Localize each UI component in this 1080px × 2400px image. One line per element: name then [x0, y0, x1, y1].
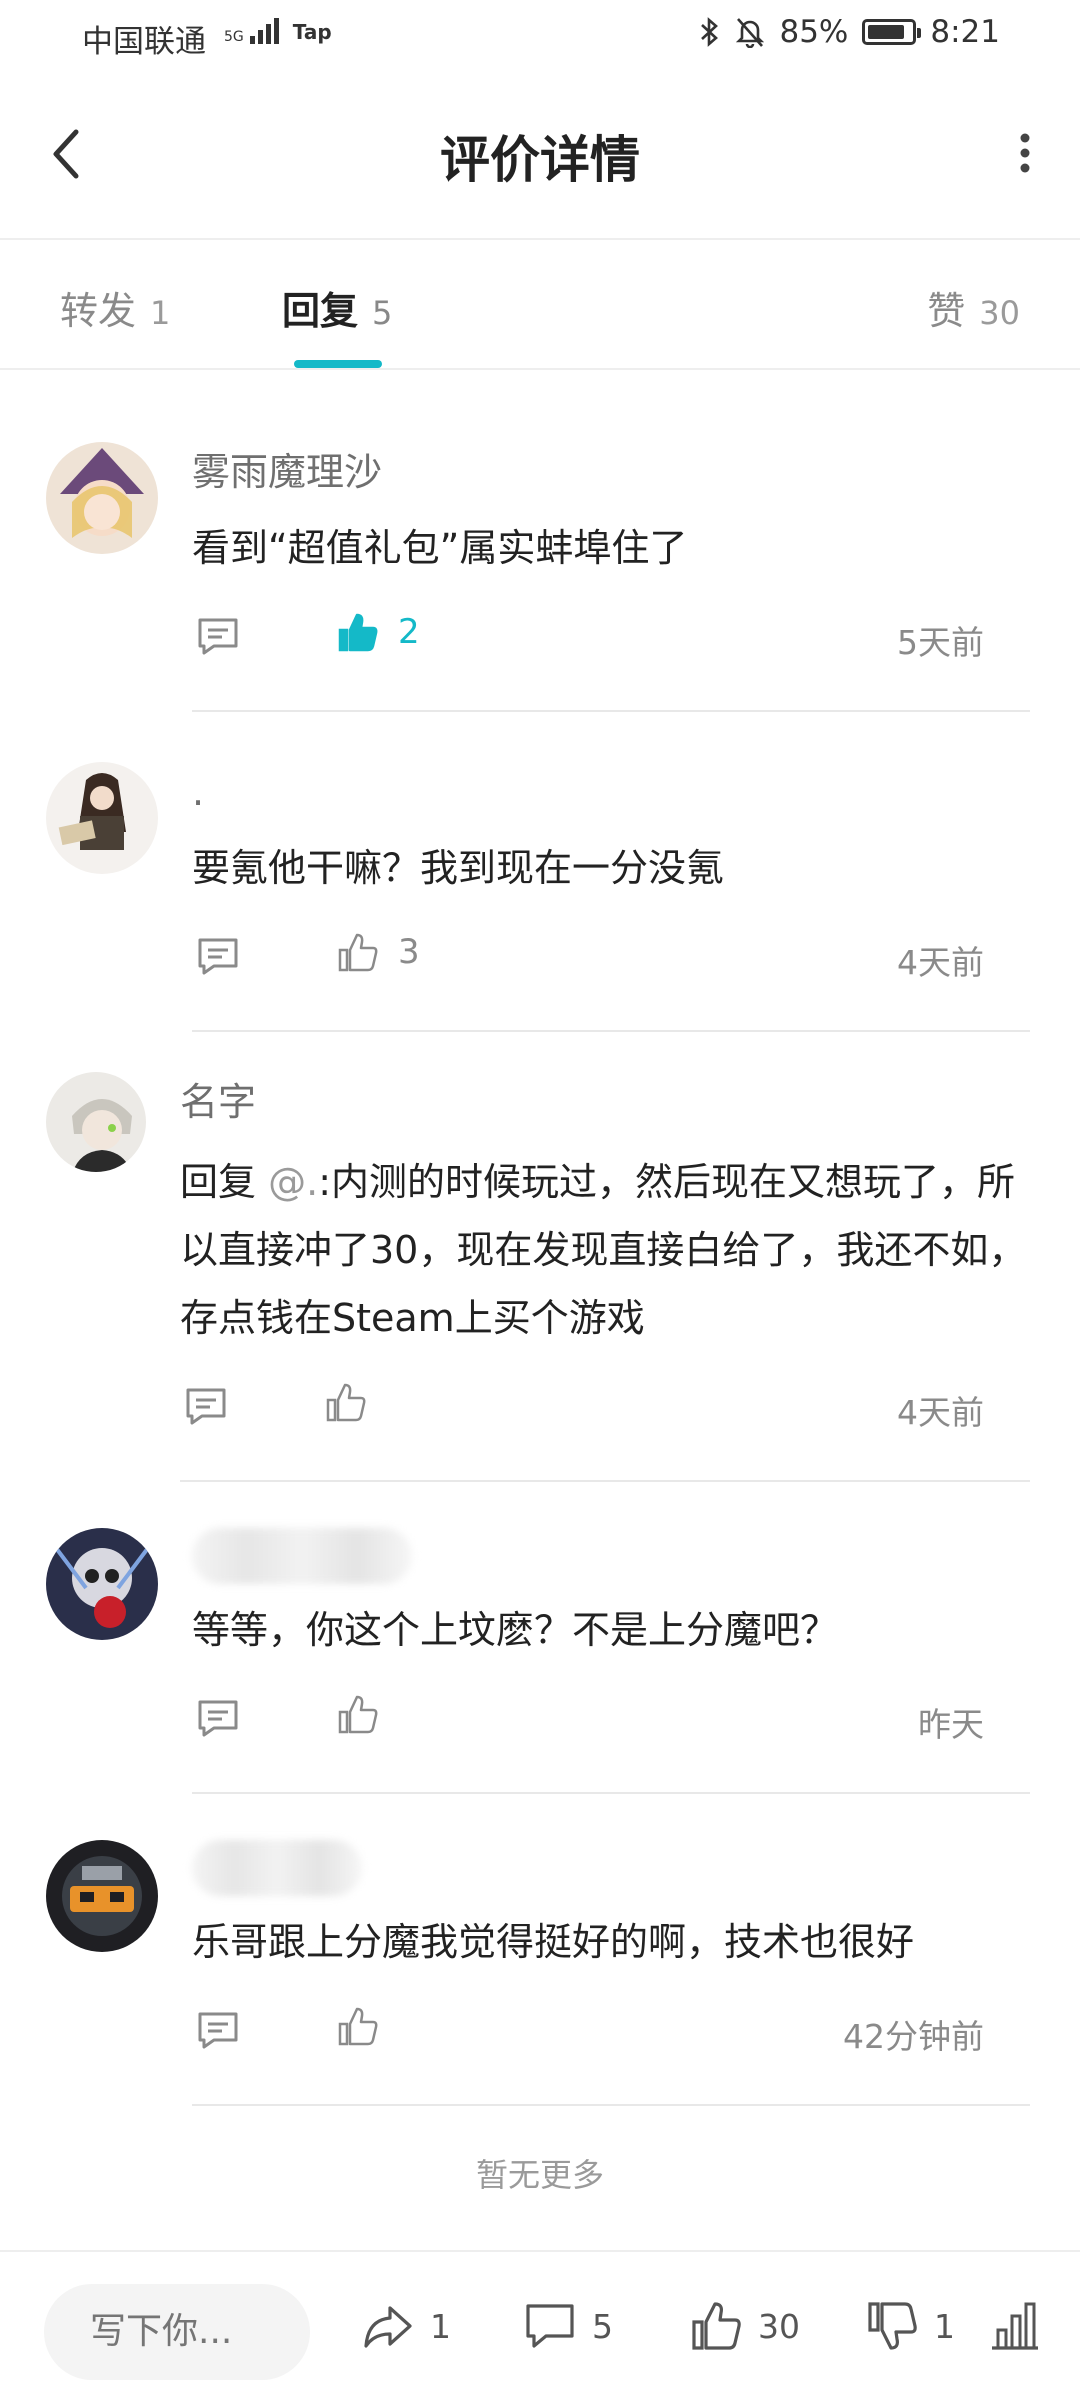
mute-bell-icon [736, 18, 765, 48]
comment-time: 5天前 [897, 623, 984, 662]
share-arrow-icon [364, 2306, 412, 2348]
comment-actions: 4天前 [180, 1366, 1030, 1456]
comment-item: 等等，你这个上坟麽？不是上分魔吧？ 昨天 [0, 1482, 1080, 1794]
stats-button[interactable] [986, 2298, 1042, 2354]
comment-time: 42分钟前 [843, 2017, 984, 2056]
comment-author-blurred[interactable] [192, 1528, 412, 1584]
app-tag: Tap [292, 20, 332, 44]
clock: 8:21 [930, 14, 1000, 50]
no-more-label: 暂无更多 [475, 2156, 604, 2194]
tab-likes[interactable]: 赞 30 [927, 280, 1020, 335]
comment-time: 4天前 [897, 1393, 984, 1432]
status-bar: 中国联通 5G Tap 85% 8:21 [0, 0, 1080, 72]
carrier-name: 中国联通 [82, 24, 206, 60]
thumb-up-icon [338, 1695, 378, 1734]
comment-text: 看到“超值礼包”属实蚌埠住了 [192, 526, 688, 570]
like-button[interactable] [336, 2004, 398, 2048]
comment-icon [526, 2304, 574, 2348]
tab-likes-label: 赞 [927, 289, 966, 333]
like-count: 3 [398, 932, 420, 972]
tab-reply-label: 回复 [282, 289, 359, 333]
comment-text: 回复 @.:内测的时候玩过，然后现在又想玩了，所以直接冲了30，现在发现直接白给… [180, 1148, 1030, 1352]
like-button[interactable]: 2 [336, 610, 420, 654]
comment-input[interactable] [44, 2284, 310, 2380]
network-type: 5G [224, 29, 244, 45]
reply-icon[interactable] [196, 2010, 240, 2050]
comment-actions: 3 4天前 [192, 916, 1030, 1006]
avatar[interactable] [46, 1840, 158, 1952]
comment-time: 昨天 [918, 1705, 984, 1744]
dislike-count: 1 [934, 2306, 955, 2346]
comment-actions: 42分钟前 [192, 1990, 1030, 2080]
thumb-up-icon [326, 1383, 366, 1422]
comment-count: 5 [592, 2306, 613, 2346]
tab-repost-count: 1 [150, 294, 171, 332]
thumb-down-icon [868, 2302, 917, 2350]
avatar[interactable] [46, 762, 158, 874]
share-count: 1 [430, 2306, 451, 2346]
like-button[interactable]: 3 [336, 930, 420, 974]
comment-text: 等等，你这个上坟麽？不是上分魔吧？ [192, 1608, 839, 1652]
like-review-button[interactable]: 30 [688, 2298, 800, 2354]
dislike-button[interactable]: 1 [864, 2298, 955, 2354]
reply-icon[interactable] [196, 936, 240, 976]
comment-text: 乐哥跟上分魔我觉得挺好的啊，技术也很好 [192, 1920, 915, 1964]
like-count-total: 30 [758, 2306, 800, 2346]
network-indicator: 5G Tap [224, 16, 332, 44]
battery-percent: 85% [779, 14, 849, 50]
bottom-action-bar: 1 5 30 1 [0, 2250, 1080, 2400]
reply-prefix: 回复 [180, 1160, 269, 1204]
comment-author-blurred[interactable] [192, 1840, 362, 1896]
tab-reply[interactable]: 回复 5 [282, 280, 392, 335]
bar-chart-icon [992, 2302, 1038, 2350]
comment-author[interactable]: . [192, 762, 1030, 822]
reply-icon[interactable] [184, 1386, 228, 1426]
reply-icon[interactable] [196, 616, 240, 656]
mention-link[interactable]: @. [268, 1160, 318, 1204]
thumb-up-filled-icon [338, 613, 378, 652]
comment-author[interactable]: 雾雨魔理沙 [192, 442, 1030, 502]
tab-likes-count: 30 [979, 294, 1020, 332]
reply-icon[interactable] [196, 1698, 240, 1738]
tab-repost-label: 转发 [60, 289, 137, 333]
app-bar: 评价详情 [0, 72, 1080, 240]
like-button[interactable] [336, 1692, 398, 1736]
thumb-up-icon [338, 933, 378, 972]
comment-actions: 2 5天前 [192, 596, 1030, 686]
avatar[interactable] [46, 1528, 158, 1640]
comment-button[interactable]: 5 [522, 2298, 613, 2354]
comment-text: 要氪他干嘛？我到现在一分没氪 [192, 846, 725, 890]
page-title: 评价详情 [440, 131, 640, 189]
comment-item: . 要氪他干嘛？我到现在一分没氪 3 4天前 [0, 712, 1080, 1032]
signal-icon [249, 16, 279, 44]
comment-author[interactable]: 名字 [180, 1072, 1030, 1132]
share-button[interactable]: 1 [360, 2298, 451, 2354]
tab-repost[interactable]: 转发 1 [60, 280, 170, 335]
divider [192, 2104, 1030, 2106]
more-options-icon[interactable] [1010, 128, 1040, 178]
bluetooth-icon [701, 17, 719, 47]
comment-item: 乐哥跟上分魔我觉得挺好的啊，技术也很好 42分钟前 [0, 1794, 1080, 2106]
avatar[interactable] [46, 1072, 146, 1172]
avatar[interactable] [46, 442, 158, 554]
comment-item: 雾雨魔理沙 看到“超值礼包”属实蚌埠住了 2 5天前 [0, 372, 1080, 712]
thumb-up-icon [692, 2302, 741, 2350]
comment-time: 4天前 [897, 943, 984, 982]
battery-icon [862, 19, 922, 45]
status-right: 85% 8:21 [699, 14, 1000, 50]
tab-active-indicator [294, 360, 382, 368]
thumb-up-icon [338, 2007, 378, 2046]
comment-list: 雾雨魔理沙 看到“超值礼包”属实蚌埠住了 2 5天前 . 要氪他干嘛？我到现在一… [0, 372, 1080, 2106]
tab-bar: 转发 1 回复 5 赞 30 [0, 240, 1080, 370]
comment-item: 名字 回复 @.:内测的时候玩过，然后现在又想玩了，所以直接冲了30，现在发现直… [0, 1032, 1080, 1482]
tab-reply-count: 5 [372, 294, 393, 332]
like-button[interactable] [324, 1380, 386, 1424]
comment-actions: 昨天 [192, 1678, 1030, 1768]
like-count: 2 [398, 612, 420, 652]
